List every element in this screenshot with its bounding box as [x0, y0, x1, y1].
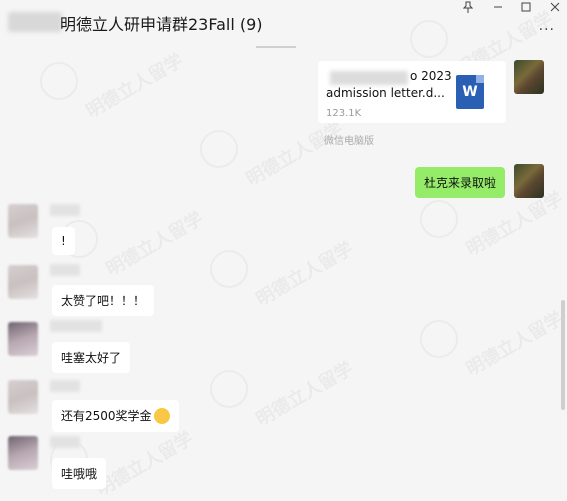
sender-name-redacted — [50, 264, 80, 276]
message-bubble[interactable]: ! — [52, 227, 75, 255]
message-bubble[interactable]: 太赞了吧！！！ — [52, 285, 155, 316]
contact-avatar[interactable] — [8, 204, 38, 238]
file-size: 123.1K — [326, 108, 362, 119]
message-bubble[interactable]: 还有2500奖学金 — [52, 400, 179, 432]
minimize-icon[interactable] — [488, 0, 508, 14]
message-bubble-mine[interactable]: 杜克来录取啦 — [415, 167, 506, 198]
message-bubble[interactable]: 哇哦哦 — [52, 458, 107, 489]
thinking-emoji-icon — [153, 407, 170, 424]
file-message-card[interactable]: o 2023 admission letter.d... 123.1K W — [318, 61, 506, 123]
watermark: 明德立人留学 — [241, 115, 348, 192]
file-name-redacted — [330, 71, 408, 85]
watermark: 明德立人留学 — [461, 305, 567, 382]
title-bar: 明德立人研申请群23Fall (9) ··· — [0, 0, 567, 46]
chat-title: 明德立人研申请群23Fall (9) — [60, 15, 263, 34]
pin-icon[interactable] — [458, 0, 478, 14]
watermark-logo — [210, 250, 248, 288]
watermark: 明德立人留学 — [101, 205, 208, 282]
sender-name-redacted — [50, 320, 102, 332]
watermark-logo — [40, 62, 78, 100]
watermark: 明德立人留学 — [81, 47, 188, 124]
watermark-logo — [420, 200, 458, 238]
chat-scrollbar[interactable] — [561, 300, 565, 410]
watermark-logo — [420, 320, 458, 358]
title-divider — [256, 46, 296, 48]
title-redacted — [8, 12, 62, 32]
close-icon[interactable] — [545, 0, 565, 14]
message-bubble[interactable]: 哇塞太好了 — [52, 342, 131, 373]
watermark: 明德立人留学 — [251, 235, 358, 312]
watermark-logo — [200, 130, 238, 168]
more-icon[interactable]: ··· — [539, 22, 555, 38]
sender-name-redacted — [50, 204, 80, 216]
maximize-icon[interactable] — [516, 0, 536, 14]
contact-avatar[interactable] — [8, 265, 38, 299]
contact-avatar[interactable] — [8, 322, 38, 356]
my-avatar[interactable] — [514, 60, 544, 94]
file-source-label: 微信电脑版 — [324, 136, 374, 147]
contact-avatar[interactable] — [8, 436, 38, 470]
word-document-icon: W — [456, 75, 484, 109]
watermark-logo — [210, 370, 248, 408]
file-name-line2: admission letter.d... — [326, 86, 445, 100]
file-name-line1: o 2023 — [410, 69, 452, 83]
contact-avatar[interactable] — [8, 380, 38, 414]
my-avatar[interactable] — [514, 164, 544, 198]
sender-name-redacted — [50, 436, 80, 448]
message-text: 还有2500奖学金 — [61, 409, 152, 423]
watermark: 明德立人留学 — [91, 425, 198, 501]
watermark: 明德立人留学 — [251, 355, 358, 432]
sender-name-redacted — [50, 380, 80, 392]
